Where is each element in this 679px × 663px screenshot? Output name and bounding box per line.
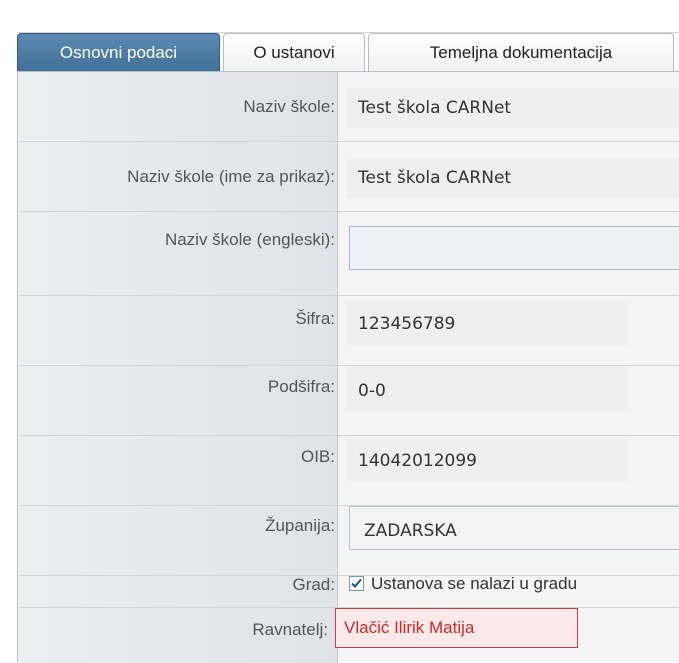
naziv-skole-label: Naziv škole: xyxy=(243,97,335,116)
ravnatelj-value: Vlačić Ilirik Matija xyxy=(335,608,578,648)
tab-bar: Osnovni podaci O ustanovi Temeljna dokum… xyxy=(17,32,679,74)
ravnatelj-label: Ravnatelj: xyxy=(252,620,328,639)
checkmark-icon xyxy=(351,578,362,588)
row-naziv-prikaz: Naziv škole (ime za prikaz): Test škola … xyxy=(19,142,679,212)
oib-value: 14042012099 xyxy=(347,436,627,482)
tab-osnovni-podaci[interactable]: Osnovni podaci xyxy=(17,33,220,74)
row-podsifra: Podšifra: 0-0 xyxy=(19,366,679,436)
grad-checkbox[interactable] xyxy=(349,576,364,591)
tab-o-ustanovi[interactable]: O ustanovi xyxy=(223,33,365,73)
sifra-value: 123456789 xyxy=(347,300,627,346)
grad-checkbox-label[interactable]: Ustanova se nalazi u gradu xyxy=(371,562,577,608)
naziv-engleski-input[interactable] xyxy=(349,226,679,270)
zupanija-select[interactable]: ZADARSKA xyxy=(349,506,679,550)
row-naziv-engleski: Naziv škole (engleski): xyxy=(19,212,679,296)
grad-label: Grad: xyxy=(292,575,335,594)
podsifra-value: 0-0 xyxy=(347,366,627,412)
sifra-label: Šifra: xyxy=(295,309,335,328)
row-naziv-skole: Naziv škole: Test škola CARNet xyxy=(19,72,679,142)
naziv-prikaz-value: Test škola CARNet xyxy=(347,158,679,198)
oib-label: OIB: xyxy=(300,447,335,466)
row-grad: Grad: Ustanova se nalazi u gradu xyxy=(19,562,679,608)
naziv-skole-value: Test škola CARNet xyxy=(347,88,679,128)
naziv-prikaz-label: Naziv škole (ime za prikaz): xyxy=(127,167,335,186)
naziv-engleski-label: Naziv škole (engleski): xyxy=(164,230,335,249)
tab-temeljna-dokumentacija[interactable]: Temeljna dokumentacija xyxy=(368,33,674,73)
row-oib: OIB: 14042012099 xyxy=(19,436,679,506)
podsifra-label: Podšifra: xyxy=(267,377,335,396)
row-sifra: Šifra: 123456789 xyxy=(19,296,679,366)
form-panel: Naziv škole: Test škola CARNet Naziv ško… xyxy=(17,71,679,663)
